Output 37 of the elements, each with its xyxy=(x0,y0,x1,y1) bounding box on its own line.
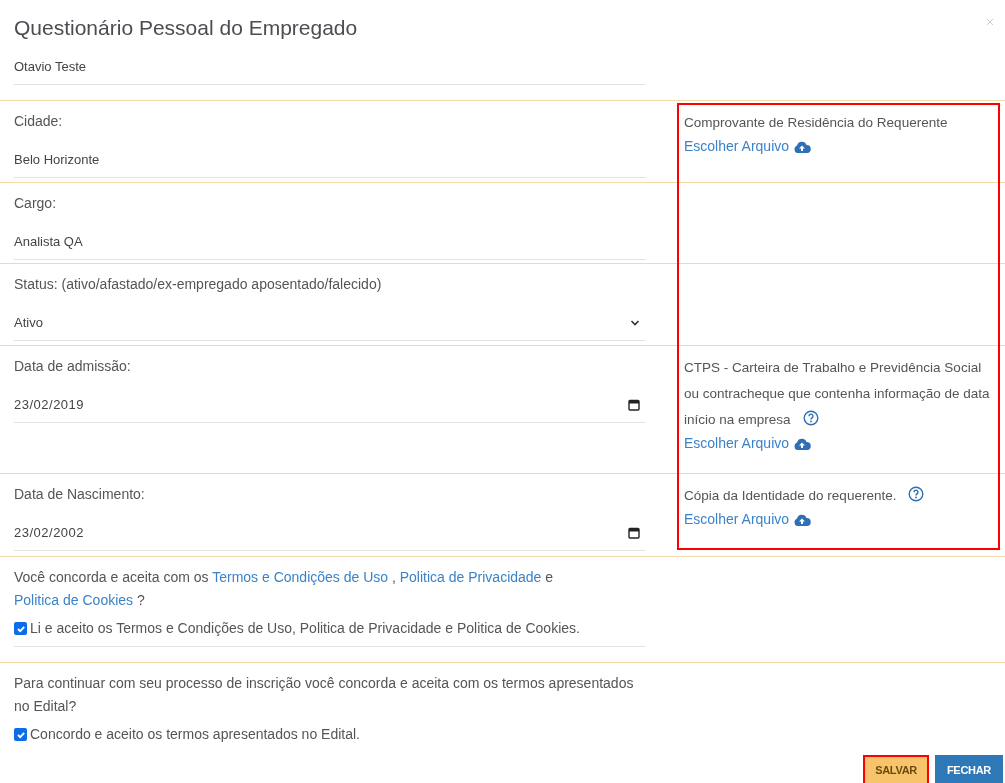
cloud-upload-icon xyxy=(793,437,812,450)
field-label: Data de Nascimento: xyxy=(14,485,146,504)
calendar-icon xyxy=(628,526,640,539)
save-button[interactable]: SALVAR xyxy=(863,755,929,783)
terms-link[interactable]: Politica de Privacidade xyxy=(399,569,542,585)
terms-question: Você concorda e aceita com os Termos e Condições de Uso , Politica de Privacidade e Politica de Cookies ? xyxy=(14,568,555,610)
status-select[interactable]: Ativo xyxy=(14,305,646,341)
document-label: Cópia da Identidade do requerente. xyxy=(684,483,997,509)
terms-link[interactable]: Politica de Cookies xyxy=(14,592,134,608)
dialog-title: Questionário Pessoal do Empregado xyxy=(14,15,358,41)
edital-question: Para continuar com seu processo de inscrição você concorda e aceita com os termos apresentados no Edital? xyxy=(14,674,635,716)
checkbox-label: Concordo e aceito os termos apresentados no Edital. xyxy=(30,725,360,744)
choose-file-link[interactable]: Escolher Arquivo xyxy=(684,509,790,530)
field-label: Cidade: xyxy=(14,112,64,131)
cloud-upload-icon xyxy=(793,513,812,526)
close-button[interactable]: FECHAR xyxy=(934,755,1003,783)
checkbox-label: Li e aceito os Termos e Condições de Uso, Politica de Privacidade e Politica de Cookies. xyxy=(30,619,580,638)
field-label: Status: (ativo/afastado/ex-empregado aposentado/falecido) xyxy=(14,275,383,294)
document-label: Comprovante de Residência do Requerente xyxy=(684,114,949,132)
date-field[interactable]: 23/02/2019 xyxy=(14,387,646,423)
terms-link[interactable]: Termos e Condições de Uso xyxy=(212,569,389,585)
field-label: Data de admissão: xyxy=(14,357,132,376)
document-label: CTPS - Carteira de Trabalho e Previdência Social ou contracheque que contenha informação de data início na empresa xyxy=(684,359,991,429)
choose-file-link[interactable]: Escolher Arquivo xyxy=(684,433,790,454)
help-icon[interactable] xyxy=(802,410,819,426)
cloud-upload-icon xyxy=(793,140,812,153)
calendar-icon xyxy=(628,398,640,411)
checkbox[interactable] xyxy=(14,728,27,741)
date-field[interactable]: 23/02/2002 xyxy=(14,515,646,551)
input-field[interactable]: Analista QA xyxy=(14,224,646,260)
help-icon[interactable] xyxy=(908,486,925,502)
checkbox[interactable] xyxy=(14,622,27,635)
input-field[interactable]: Otavio Teste xyxy=(14,49,646,85)
field-label: Cargo: xyxy=(14,194,58,213)
choose-file-link[interactable]: Escolher Arquivo xyxy=(684,136,790,157)
chevron-down-icon xyxy=(630,318,640,327)
input-field[interactable]: Belo Horizonte xyxy=(14,142,646,178)
